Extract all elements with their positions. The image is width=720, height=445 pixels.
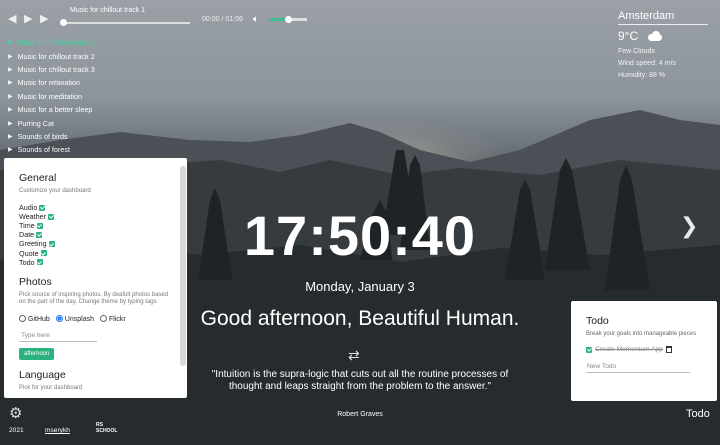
playlist-item-label: Music for relaxation <box>17 78 80 88</box>
tags-input[interactable] <box>19 329 97 342</box>
date: Monday, January 3 <box>305 279 415 294</box>
todo-panel: Todo Break your goals into manageable pi… <box>571 301 717 401</box>
audio-player: ◀︎ ▶︎ ▶︎ Music for chillout track 1 00:0… <box>8 7 308 157</box>
playlist: ▶︎ Music for chillout track 1 ▶︎ Music for … <box>8 36 308 157</box>
playlist-item[interactable]: ▶︎ Music for relaxation <box>8 76 308 89</box>
play-icon: ▶︎ <box>8 80 13 87</box>
language-heading: Language <box>19 368 66 381</box>
todo-checkbox[interactable] <box>586 346 592 353</box>
next-icon[interactable]: ▶︎ <box>40 13 50 25</box>
todo-heading: Todo <box>586 315 609 327</box>
now-playing-title: Music for chillout track 1 <box>70 7 146 14</box>
play-icon: ▶︎ <box>8 40 13 47</box>
track-time: 00:00 / 01:06 <box>202 15 243 23</box>
playlist-item[interactable]: ▶︎ Sounds of forest <box>8 143 308 156</box>
cloud-icon <box>646 30 664 42</box>
city-input[interactable]: Amsterdam <box>618 10 708 25</box>
playlist-item-label: Music for meditation <box>17 91 82 101</box>
weather-widget: Amsterdam 9°C Few Clouds Wind speed: 4 m… <box>618 10 713 79</box>
todo-item-text[interactable]: Create Momentum App <box>595 346 663 353</box>
progress-knob[interactable] <box>60 19 67 26</box>
play-icon: ▶︎ <box>8 147 13 154</box>
quote-text: "Intuition is the supra-logic that cuts … <box>211 369 509 392</box>
temp-row: 9°C <box>618 29 713 43</box>
play-icon[interactable]: ▶︎ <box>24 13 34 25</box>
progress-area: Music for chillout track 1 <box>60 7 192 30</box>
play-icon: ▶︎ <box>8 133 13 140</box>
playlist-item-label: Music for chillout track 1 <box>17 38 95 48</box>
playlist-item-label: Music for chillout track 2 <box>17 51 95 61</box>
clock: 17:50:40 <box>243 204 477 267</box>
gear-icon[interactable]: ⚙ <box>9 404 22 422</box>
playlist-item[interactable]: ▶︎ Music for chillout track 2 <box>8 49 308 62</box>
player-controls: ◀︎ ▶︎ ▶︎ Music for chillout track 1 00:0… <box>8 7 308 30</box>
play-icon: ▶︎ <box>8 66 13 73</box>
volume-slider[interactable] <box>268 15 307 23</box>
playlist-item[interactable]: ▶︎ Music for chillout track 3 <box>8 63 308 76</box>
todo-item: Create Momentum App <box>586 346 717 353</box>
temperature: 9°C <box>618 29 639 43</box>
general-subtitle: Customize your dashboard <box>19 188 91 194</box>
volume-knob[interactable] <box>284 15 292 23</box>
prev-icon[interactable]: ◀︎ <box>8 13 18 25</box>
footer-year: 2021 <box>9 427 24 434</box>
wind-speed: Wind speed: 4 m/s <box>618 60 676 67</box>
playlist-item-label: Sounds of birds <box>17 131 68 141</box>
settings-panel: General Customize your dashboard Audio We… <box>4 158 187 398</box>
playlist-item-label: Sounds of forest <box>17 145 70 155</box>
chevron-right-icon[interactable]: ❯ <box>680 214 698 239</box>
playlist-item[interactable]: ▶︎ Music for a better sleep <box>8 103 308 116</box>
playlist-item-label: Purring Cat <box>17 118 54 128</box>
refresh-icon[interactable]: ⇄ <box>348 347 360 364</box>
weather-description: Few Clouds <box>618 48 655 55</box>
playlist-item[interactable]: ▶︎ Music for chillout track 1 <box>8 36 308 49</box>
todo-subtitle: Break your goals into manageable pieces <box>586 331 697 337</box>
quote-author: Robert Graves <box>337 411 383 418</box>
play-icon: ▶︎ <box>8 120 13 127</box>
new-todo-input[interactable] <box>586 361 690 373</box>
playlist-item-label: Music for chillout track 3 <box>17 64 95 74</box>
general-heading: General <box>19 172 57 184</box>
volume-icon[interactable]: 🔈︎ <box>253 14 259 25</box>
humidity: Humidity: 88 % <box>618 72 666 79</box>
author-github-link[interactable]: mserykh <box>45 427 70 434</box>
play-icon: ▶︎ <box>8 93 13 100</box>
playlist-item[interactable]: ▶︎ Music for meditation <box>8 90 308 103</box>
rs-school-logo[interactable]: RS SCHOOL <box>96 422 122 436</box>
todo-toggle-button[interactable]: Todo <box>686 408 710 420</box>
playlist-item-label: Music for a better sleep <box>17 105 93 115</box>
play-icon: ▶︎ <box>8 53 13 60</box>
tag-chip[interactable]: afternoon <box>19 347 55 360</box>
playlist-item[interactable]: ▶︎ Purring Cat <box>8 116 308 129</box>
play-icon: ▶︎ <box>8 107 13 114</box>
progress-bar[interactable] <box>62 22 190 24</box>
trash-icon[interactable] <box>665 346 672 353</box>
language-subtitle: Pick for your dashboard <box>19 384 83 391</box>
playlist-item[interactable]: ▶︎ Sounds of birds <box>8 130 308 143</box>
